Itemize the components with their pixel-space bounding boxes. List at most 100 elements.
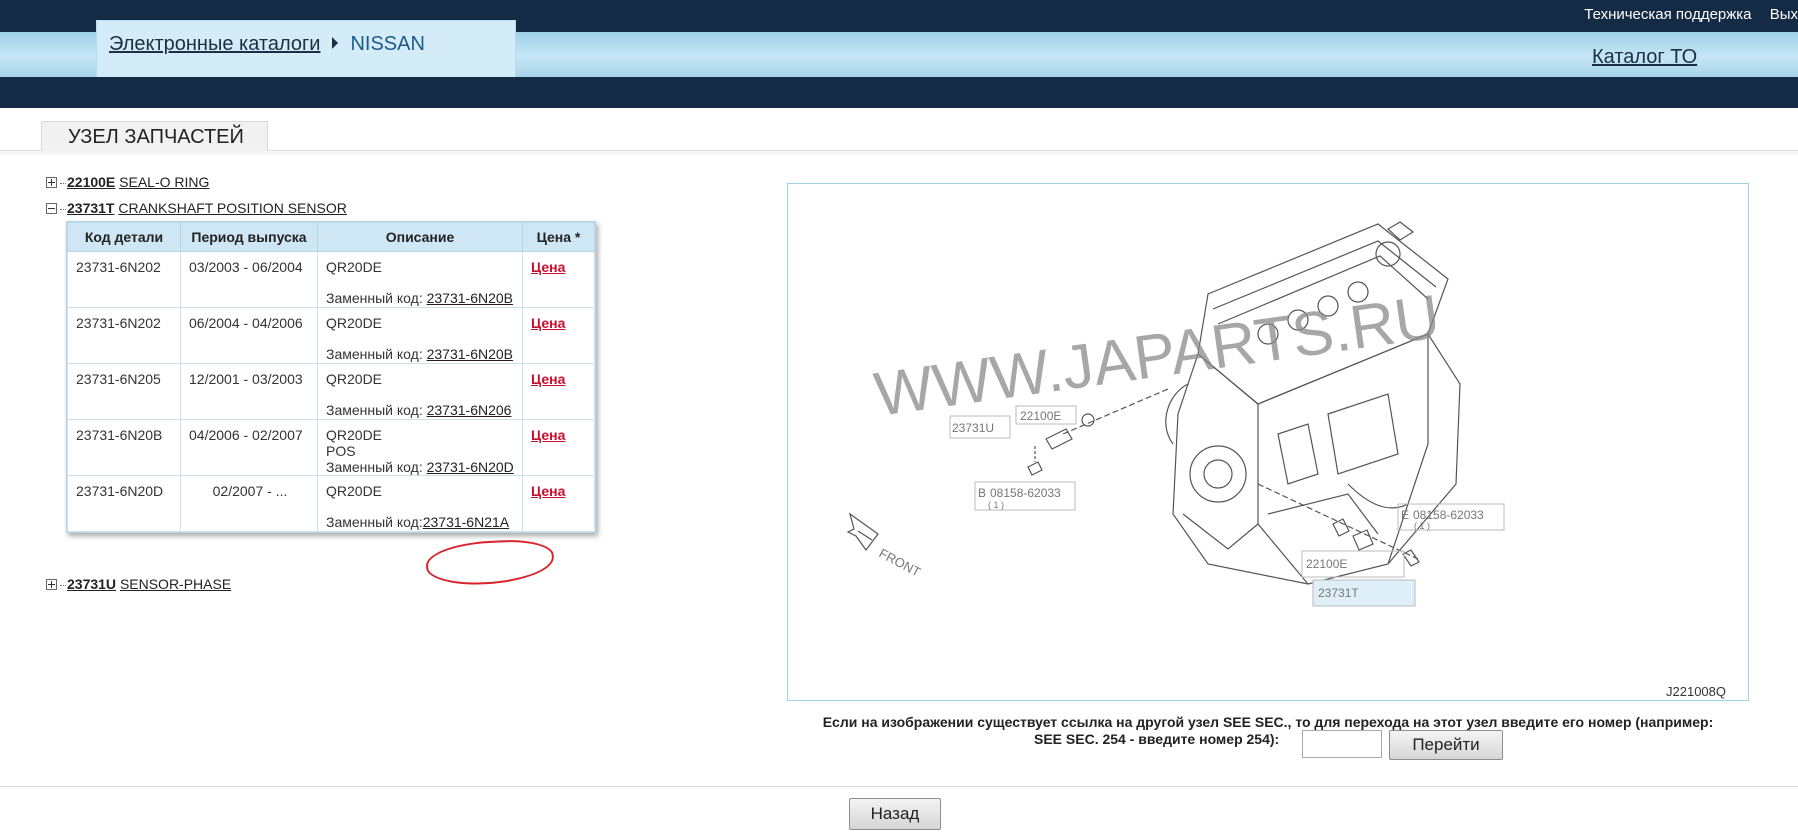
tree-item-name[interactable]: CRANKSHAFT POSITION SENSOR [118, 200, 346, 216]
table-row: 23731-6N20D 02/2007 - ... QR20DE Заменный к… [67, 475, 595, 532]
top-links: Техническая поддержка Вых [1570, 6, 1798, 23]
label-part-b[interactable]: 22100E [1020, 409, 1061, 423]
parts-table: Код детали Период выпуска Описание Цена … [66, 221, 596, 533]
part-code: 23731-6N202 [67, 251, 181, 308]
marker-e: E [1401, 508, 1409, 522]
table-row: 23731-6N20B 04/2006 - 02/2007 QR20DE POS Зам… [67, 419, 595, 476]
description-note: POS [326, 443, 356, 459]
replacement-label: Заменный код: [326, 514, 423, 530]
tree-item-code[interactable]: 23731U [67, 576, 116, 592]
replacement-label: Заменный код: [326, 459, 427, 475]
table-row: 23731-6N205 12/2001 - 03/2003 QR20DE Заменн… [67, 363, 595, 420]
label-front: FRONT [877, 545, 924, 579]
part-code: 23731-6N20B [67, 419, 181, 476]
replacement-code: Заменный код: 23731-6N20B [326, 346, 513, 362]
replacement-label: Заменный код: [326, 402, 427, 418]
breadcrumb: Электронные каталоги NISSAN [109, 33, 425, 56]
price-link[interactable]: Цена [531, 259, 565, 275]
section-number-input[interactable] [1302, 730, 1382, 758]
tab-line [0, 150, 1798, 155]
diagram-labels: 23731U 22100E B 08158-62033 ( 1 ) E 0815… [877, 409, 1726, 699]
price-cell: Цена [522, 419, 595, 476]
replacement-code-link[interactable]: 23731-6N20B [427, 346, 513, 362]
price-cell: Цена [522, 307, 595, 364]
replacement-code-link[interactable]: 23731-6N206 [427, 402, 512, 418]
label-bolt-right-qty: ( 1 ) [1414, 521, 1430, 531]
engine-code: QR20DE [326, 483, 383, 499]
price-link[interactable]: Цена [531, 427, 565, 443]
table-row: 23731-6N202 06/2004 - 04/2006 QR20DE Заменн… [67, 307, 595, 364]
release-period: 12/2001 - 03/2003 [180, 363, 318, 420]
col-part-code: Код детали [67, 222, 181, 252]
divider [0, 786, 1798, 787]
breadcrumb-catalogs[interactable]: Электронные каталоги [109, 33, 320, 55]
tab-parts-unit[interactable]: УЗЕЛ ЗАПЧАСТЕЙ [41, 121, 268, 151]
tree-item-23731t[interactable]: 23731T CRANKSHAFT POSITION SENSOR [46, 200, 347, 216]
price-link[interactable]: Цена [531, 483, 565, 499]
label-part-c[interactable]: 22100E [1306, 557, 1347, 571]
replacement-label: Заменный код: [326, 346, 427, 362]
replacement-code: Заменный код: 23731-6N206 [326, 402, 511, 418]
engine-diagram-svg: 23731U 22100E B 08158-62033 ( 1 ) E 0815… [846, 221, 1726, 699]
release-period: 02/2007 - ... [180, 475, 318, 532]
engine-code: QR20DE [326, 427, 383, 443]
label-bolt-left[interactable]: 08158-62033 [990, 486, 1061, 500]
replacement-label: Заменный код: [326, 290, 427, 306]
parts-diagram[interactable]: 23731U 22100E B 08158-62033 ( 1 ) E 0815… [787, 183, 1749, 701]
engine-code: QR20DE [326, 315, 383, 331]
collapse-icon[interactable] [46, 203, 57, 214]
label-part-d[interactable]: 23731T [1318, 586, 1359, 600]
price-link[interactable]: Цена [531, 315, 565, 331]
label-part-a[interactable]: 23731U [952, 421, 994, 435]
engine-code: QR20DE [326, 371, 383, 387]
label-bolt-left-qty: ( 1 ) [988, 500, 1004, 510]
col-price: Цена * [522, 222, 595, 252]
engine-code: QR20DE [326, 259, 383, 275]
header: Техническая поддержка Вых Электронные ка… [0, 0, 1798, 108]
breadcrumb-box: Электронные каталоги NISSAN [96, 20, 516, 77]
expand-icon[interactable] [46, 177, 57, 188]
replacement-code: Заменный код:23731-6N21A [326, 514, 509, 530]
table-row: 23731-6N202 03/2003 - 06/2004 QR20DE Заменн… [67, 251, 595, 308]
table-header-row: Код детали Период выпуска Описание Цена … [67, 222, 595, 252]
part-code: 23731-6N202 [67, 307, 181, 364]
replacement-code-link[interactable]: 23731-6N20B [427, 290, 513, 306]
expand-icon[interactable] [46, 579, 57, 590]
col-description: Описание [317, 222, 523, 252]
marker-b: B [978, 486, 986, 500]
back-button[interactable]: Назад [849, 798, 941, 830]
logout-link[interactable]: Вых [1770, 6, 1798, 23]
description: QR20DE Заменный код:23731-6N21A [317, 475, 523, 532]
price-cell: Цена [522, 251, 595, 308]
replacement-code-link[interactable]: 23731-6N20D [427, 459, 514, 475]
tree-item-name[interactable]: SENSOR-PHASE [120, 576, 231, 592]
tree-item-23731u[interactable]: 23731U SENSOR-PHASE [46, 576, 231, 592]
breadcrumb-current: NISSAN [350, 33, 425, 55]
description: QR20DE Заменный код: 23731-6N206 [317, 363, 523, 420]
part-code: 23731-6N20D [67, 475, 181, 532]
replacement-code-link[interactable]: 23731-6N21A [423, 514, 509, 530]
replacement-code: Заменный код: 23731-6N20B [326, 290, 513, 306]
price-cell: Цена [522, 363, 595, 420]
support-link[interactable]: Техническая поддержка [1584, 6, 1751, 23]
description: QR20DE Заменный код: 23731-6N20B [317, 251, 523, 308]
release-period: 06/2004 - 04/2006 [180, 307, 318, 364]
label-boxes [949, 405, 1505, 607]
release-period: 03/2003 - 06/2004 [180, 251, 318, 308]
tree-item-code[interactable]: 23731T [67, 200, 114, 216]
description: QR20DE POS Заменный код: 23731-6N20D [317, 419, 523, 476]
replacement-code: Заменный код: 23731-6N20D [326, 459, 514, 475]
release-period: 04/2006 - 02/2007 [180, 419, 318, 476]
tree-item-name[interactable]: SEAL-O RING [119, 174, 209, 190]
tree-item-22100e[interactable]: 22100E SEAL-O RING [46, 174, 209, 190]
col-period: Период выпуска [180, 222, 318, 252]
catalog-to-link[interactable]: Каталог ТО [1592, 46, 1697, 69]
go-button[interactable]: Перейти [1389, 730, 1503, 760]
part-code: 23731-6N205 [67, 363, 181, 420]
price-link[interactable]: Цена [531, 371, 565, 387]
price-cell: Цена [522, 475, 595, 532]
watermark: WWW.JAPARTS.RU [870, 282, 1444, 430]
figure-id: J221008Q [1666, 684, 1726, 699]
tree-item-code[interactable]: 22100E [67, 174, 115, 190]
label-bolt-right[interactable]: 08158-62033 [1413, 508, 1484, 522]
